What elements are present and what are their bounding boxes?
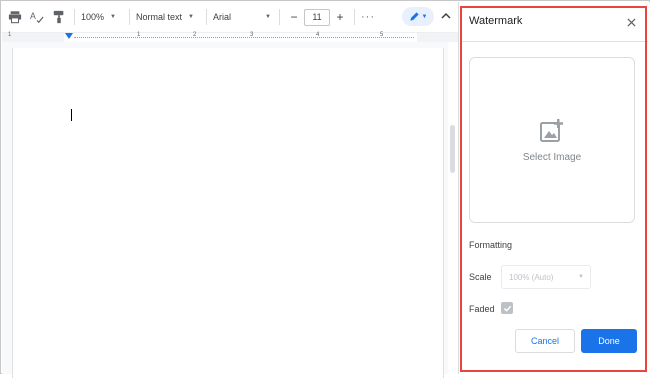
- chevron-down-icon: ▼: [578, 274, 584, 280]
- toolbar-divider: [279, 9, 280, 25]
- formatting-heading: Formatting: [469, 240, 513, 250]
- cancel-button[interactable]: Cancel: [515, 329, 575, 353]
- scale-label: Scale: [469, 272, 492, 282]
- style-value: Normal text: [136, 12, 183, 22]
- close-icon[interactable]: [624, 15, 638, 29]
- more-options-button[interactable]: ···: [361, 11, 375, 23]
- ruler-number: 1: [137, 32, 141, 38]
- ruler-number: 1: [8, 32, 12, 38]
- select-image-box[interactable]: Select Image: [469, 57, 635, 223]
- watermark-panel: Watermark Select Image Formatting Scale …: [458, 2, 650, 374]
- chevron-up-icon: [441, 12, 451, 19]
- text-cursor: [71, 109, 72, 121]
- chevron-down-icon: ▼: [110, 14, 116, 20]
- toolbar-divider: [206, 9, 207, 25]
- spellcheck-icon[interactable]: A: [28, 8, 46, 26]
- chevron-down-icon: ▼: [421, 13, 428, 20]
- scale-value: 100% (Auto): [509, 272, 554, 282]
- ruler[interactable]: 1 1 2 3 4 5: [2, 32, 458, 42]
- scale-dropdown[interactable]: 100% (Auto) ▼: [501, 265, 591, 289]
- zoom-dropdown[interactable]: 100% ▼: [81, 7, 123, 27]
- paint-format-icon[interactable]: [50, 8, 68, 26]
- ruler-margin-right: [417, 33, 458, 42]
- collapse-toolbar-button[interactable]: [438, 8, 454, 24]
- check-icon: [503, 305, 511, 312]
- style-dropdown[interactable]: Normal text ▼: [136, 7, 200, 27]
- faded-checkbox[interactable]: [501, 302, 513, 314]
- zoom-value: 100%: [81, 12, 105, 22]
- font-value: Arial: [213, 12, 232, 22]
- toolbar-divider: [74, 9, 75, 25]
- ruler-number: 2: [193, 32, 197, 38]
- ruler-number: 5: [380, 32, 384, 38]
- document-canvas: [2, 42, 448, 378]
- ruler-ticks: [74, 37, 414, 38]
- toolbar-divider: [129, 9, 130, 25]
- toolbar: A 100% ▼ Normal text ▼ Arial ▼ − 11 + ··…: [2, 2, 458, 32]
- svg-text:A: A: [30, 11, 36, 21]
- font-dropdown[interactable]: Arial ▼: [213, 7, 273, 27]
- scroll-thumb[interactable]: [450, 125, 455, 173]
- ruler-number: 3: [250, 32, 254, 38]
- document-page[interactable]: [12, 48, 444, 378]
- ruler-number: 4: [316, 32, 320, 38]
- document-scrollbar[interactable]: [448, 42, 458, 374]
- add-photo-icon: [540, 118, 563, 142]
- decrease-font-size-button[interactable]: −: [286, 9, 302, 25]
- faded-label: Faded: [469, 304, 495, 314]
- chevron-down-icon: ▼: [265, 14, 271, 20]
- app-frame: A 100% ▼ Normal text ▼ Arial ▼ − 11 + ··…: [0, 0, 650, 378]
- panel-divider: [461, 41, 648, 42]
- increase-font-size-button[interactable]: +: [332, 9, 348, 25]
- indent-marker[interactable]: [65, 33, 73, 39]
- done-button[interactable]: Done: [581, 329, 637, 353]
- pencil-icon: [409, 12, 419, 21]
- font-size-input[interactable]: 11: [304, 8, 330, 26]
- toolbar-divider: [354, 9, 355, 25]
- chevron-down-icon: ▼: [188, 14, 194, 20]
- editing-mode-button[interactable]: ▼: [402, 7, 434, 26]
- panel-title: Watermark: [469, 15, 523, 27]
- select-image-label: Select Image: [522, 151, 582, 163]
- print-icon[interactable]: [6, 8, 24, 26]
